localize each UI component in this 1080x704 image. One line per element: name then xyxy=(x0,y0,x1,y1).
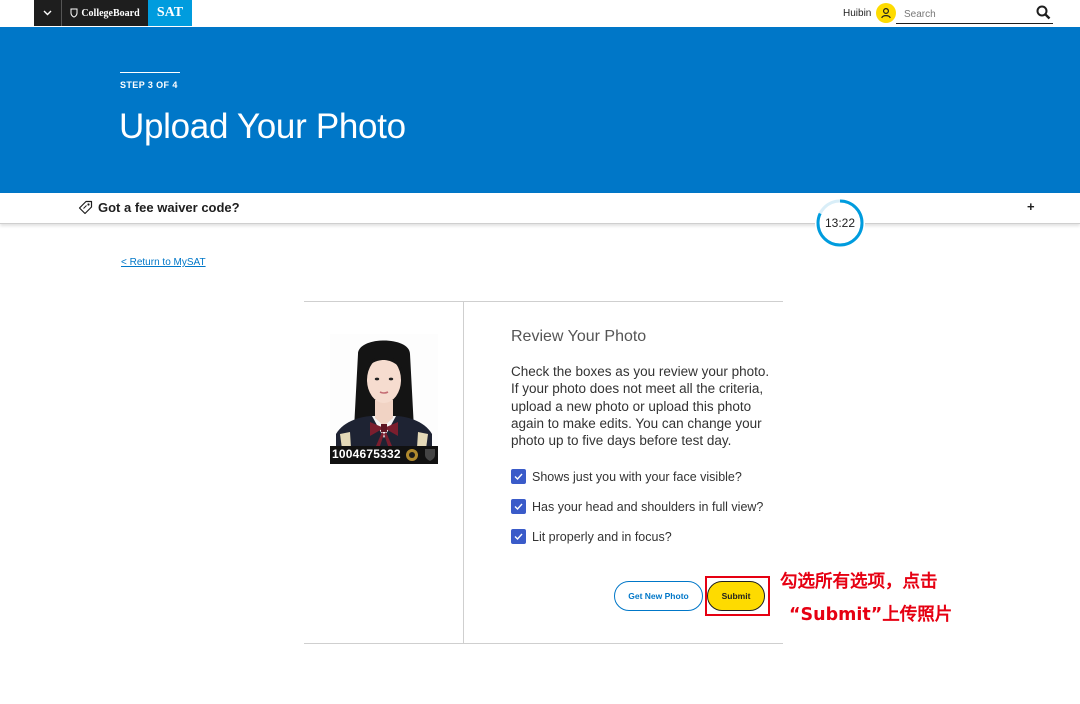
checkmark-icon xyxy=(514,473,523,480)
get-new-photo-button[interactable]: Get New Photo xyxy=(614,581,703,611)
collegeboard-wordmark: CollegeBoard xyxy=(81,7,140,19)
review-title: Review Your Photo xyxy=(511,328,647,345)
check-label: Lit properly and in focus? xyxy=(532,529,672,544)
school-emblem-icon xyxy=(406,449,418,461)
checkmark-icon xyxy=(514,503,523,510)
sat-logo[interactable]: SAT xyxy=(148,0,192,26)
checkbox-checked[interactable] xyxy=(511,499,526,514)
tag-icon xyxy=(78,200,93,215)
card-top-border xyxy=(304,301,783,302)
top-navigation-bar: CollegeBoard SAT Huibin xyxy=(0,0,1080,27)
check-label: Has your head and shoulders in full view… xyxy=(532,499,764,514)
crest-icon xyxy=(425,449,435,461)
avatar xyxy=(876,3,897,23)
collegeboard-logo[interactable]: CollegeBoard xyxy=(62,0,148,26)
search-input[interactable] xyxy=(904,6,1024,22)
fee-waiver-toggle[interactable]: Got a fee waiver code? xyxy=(78,200,240,215)
page: CollegeBoard SAT Huibin STEP 3 OF 4 Uplo… xyxy=(0,0,1080,704)
brand-logo-group: CollegeBoard SAT xyxy=(34,0,192,26)
acorn-icon xyxy=(70,8,78,18)
user-icon xyxy=(881,7,892,19)
annotation-line-1: 勾选所有选项，点击 xyxy=(780,572,938,592)
search-icon[interactable] xyxy=(1036,5,1051,20)
step-divider xyxy=(120,72,180,73)
timer-text: 13:22 xyxy=(824,216,856,230)
check-lighting-focus[interactable]: Lit properly and in focus? xyxy=(511,529,672,544)
page-title: Upload Your Photo xyxy=(119,107,406,146)
fee-waiver-label: Got a fee waiver code? xyxy=(98,200,240,215)
checkbox-checked[interactable] xyxy=(511,529,526,544)
check-face-visible[interactable]: Shows just you with your face visible? xyxy=(511,469,742,484)
user-name: Huibin xyxy=(843,7,872,19)
portrait-image xyxy=(330,334,438,464)
card-divider xyxy=(463,302,464,643)
checkbox-checked[interactable] xyxy=(511,469,526,484)
user-menu[interactable]: Huibin xyxy=(843,3,897,23)
photo-id-label: 1004675332 xyxy=(330,446,438,464)
photo-id-number: 1004675332 xyxy=(332,447,401,461)
menu-toggle-button[interactable] xyxy=(34,0,62,26)
review-instructions: Check the boxes as you review your photo… xyxy=(511,364,770,449)
chevron-down-icon xyxy=(43,10,52,16)
step-indicator: STEP 3 OF 4 xyxy=(120,80,178,90)
check-head-shoulders[interactable]: Has your head and shoulders in full view… xyxy=(511,499,763,514)
fee-waiver-bar[interactable]: Got a fee waiver code? + xyxy=(0,193,1080,224)
return-to-mysat-link[interactable]: < Return to MySAT xyxy=(121,257,206,268)
check-label: Shows just you with your face visible? xyxy=(532,469,742,484)
expand-plus-icon[interactable]: + xyxy=(1027,199,1035,214)
card-bottom-border xyxy=(304,643,783,644)
uploaded-photo xyxy=(330,334,438,464)
session-timer: 13:22 xyxy=(815,198,865,248)
annotation-line-2: “Submit”上传照片 xyxy=(789,605,953,625)
checkmark-icon xyxy=(514,533,523,540)
hero-banner: STEP 3 OF 4 Upload Your Photo xyxy=(0,27,1080,193)
annotation-highlight-box xyxy=(705,576,770,616)
search-box xyxy=(896,4,1053,24)
